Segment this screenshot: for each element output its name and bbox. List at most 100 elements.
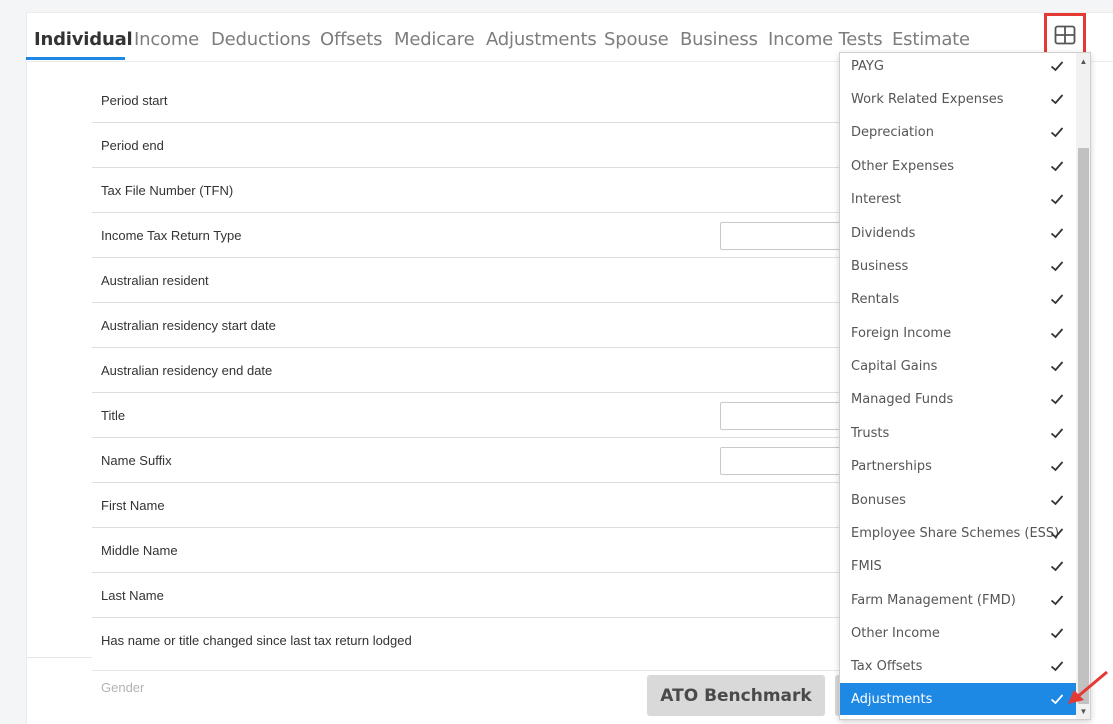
check-icon xyxy=(1050,127,1064,138)
check-icon xyxy=(1050,361,1064,372)
menu-item-label: Depreciation xyxy=(851,125,934,140)
menu-item-label: FMIS xyxy=(851,559,882,574)
menu-item-rentals[interactable]: Rentals xyxy=(840,283,1076,316)
form-row-tfn: Tax File Number (TFN) xyxy=(92,168,852,213)
ato-benchmark-button[interactable]: ATO Benchmark xyxy=(647,675,825,716)
check-icon xyxy=(1050,394,1064,405)
field-label: Middle Name xyxy=(101,542,178,558)
check-icon xyxy=(1050,561,1064,572)
tab-adjustments[interactable]: Adjustments xyxy=(486,29,597,67)
field-label: Title xyxy=(101,407,126,423)
menu-item-label: Capital Gains xyxy=(851,359,938,374)
form-row-name-suffix: Name Suffix xyxy=(92,438,860,483)
check-icon xyxy=(1050,528,1064,539)
divider xyxy=(26,657,92,658)
form-row-australian-resident: Australian resident xyxy=(92,258,852,303)
menu-item-other-expenses[interactable]: Other Expenses xyxy=(840,150,1076,183)
menu-item-label: Other Expenses xyxy=(851,159,954,174)
tab-deductions[interactable]: Deductions xyxy=(211,29,311,67)
check-icon xyxy=(1050,94,1064,105)
menu-item-tax-offsets[interactable]: Tax Offsets xyxy=(840,650,1076,683)
menu-item-label: Bonuses xyxy=(851,493,906,508)
form-row-period-end: Period end xyxy=(92,123,852,168)
menu-item-label: Employee Share Schemes (ESS) xyxy=(851,526,1060,541)
menu-item-label: Work Related Expenses xyxy=(851,92,1004,107)
menu-item-dividends[interactable]: Dividends xyxy=(840,217,1076,250)
check-icon xyxy=(1050,428,1064,439)
menu-item-label: Adjustments xyxy=(851,691,933,707)
check-icon xyxy=(1050,495,1064,506)
check-icon xyxy=(1050,194,1064,205)
menu-item-trusts[interactable]: Trusts xyxy=(840,417,1076,450)
scroll-up-icon[interactable]: ▲ xyxy=(1076,53,1090,69)
menu-item-payg[interactable]: PAYG xyxy=(840,53,1076,83)
active-tab-indicator xyxy=(26,57,125,60)
menu-item-partnerships[interactable]: Partnerships xyxy=(840,450,1076,483)
field-label: Gender xyxy=(101,680,145,695)
tab-individual[interactable]: Individual xyxy=(34,29,133,67)
menu-item-fmis[interactable]: FMIS xyxy=(840,550,1076,583)
menu-item-label: Rentals xyxy=(851,292,900,307)
form-row-residency-start: Australian residency start date xyxy=(92,303,852,348)
menu-item-ess[interactable]: Employee Share Schemes (ESS) xyxy=(840,517,1076,550)
field-label: Tax File Number (TFN) xyxy=(101,182,234,198)
menu-item-label: Interest xyxy=(851,192,902,207)
field-label: First Name xyxy=(101,497,165,513)
tab-medicare[interactable]: Medicare xyxy=(394,29,475,67)
check-icon xyxy=(1050,595,1064,606)
menu-scrollbar[interactable]: ▲ ▼ xyxy=(1076,53,1090,719)
field-label: Name Suffix xyxy=(101,452,172,468)
form-row-return-type: Income Tax Return Type xyxy=(92,213,860,258)
menu-item-farm-management[interactable]: Farm Management (FMD) xyxy=(840,584,1076,617)
field-label: Australian residency start date xyxy=(101,317,276,333)
form-row-middle-name: Middle Name xyxy=(92,528,852,573)
menu-item-business[interactable]: Business xyxy=(840,250,1076,283)
form-row-period-start: Period start xyxy=(92,78,852,123)
tab-income[interactable]: Income xyxy=(134,29,199,67)
grid-icon xyxy=(1054,25,1076,44)
column-toggle-button[interactable] xyxy=(1044,13,1086,56)
menu-item-foreign-income[interactable]: Foreign Income xyxy=(840,317,1076,350)
menu-item-label: Partnerships xyxy=(851,459,932,474)
tab-spouse[interactable]: Spouse xyxy=(604,29,669,67)
form-row-name-changed: Has name or title changed since last tax… xyxy=(92,618,852,663)
check-icon xyxy=(1050,261,1064,272)
field-label: Last Name xyxy=(101,587,164,603)
field-label: Income Tax Return Type xyxy=(101,227,242,243)
field-label: Australian residency end date xyxy=(101,362,273,378)
form-row-title: Title xyxy=(92,393,860,438)
menu-item-label: Other Income xyxy=(851,626,940,641)
menu-item-label: Business xyxy=(851,259,909,274)
menu-item-managed-funds[interactable]: Managed Funds xyxy=(840,383,1076,416)
tab-business[interactable]: Business xyxy=(680,29,758,67)
field-label: Has name or title changed since last tax… xyxy=(101,633,412,648)
menu-item-label: Managed Funds xyxy=(851,392,954,407)
check-icon xyxy=(1050,294,1064,305)
field-label: Period start xyxy=(101,92,168,108)
scroll-thumb[interactable] xyxy=(1078,148,1089,704)
scroll-down-icon[interactable]: ▼ xyxy=(1076,703,1090,719)
tab-offsets[interactable]: Offsets xyxy=(320,29,383,67)
form-row-last-name: Last Name xyxy=(92,573,852,618)
menu-item-interest[interactable]: Interest xyxy=(840,183,1076,216)
field-label: Period end xyxy=(101,137,164,153)
menu-item-label: Trusts xyxy=(851,426,890,441)
check-icon xyxy=(1050,228,1064,239)
check-icon xyxy=(1050,694,1064,705)
menu-item-label: PAYG xyxy=(851,59,884,74)
field-label: Australian resident xyxy=(101,272,209,288)
form-row-first-name: First Name xyxy=(92,483,852,528)
form-row-residency-end: Australian residency end date xyxy=(92,348,852,393)
menu-item-other-income[interactable]: Other Income xyxy=(840,617,1076,650)
menu-item-depreciation[interactable]: Depreciation xyxy=(840,116,1076,149)
menu-item-label: Tax Offsets xyxy=(851,659,923,674)
menu-item-adjustments[interactable]: Adjustments xyxy=(840,683,1076,715)
check-icon xyxy=(1050,661,1064,672)
check-icon xyxy=(1050,328,1064,339)
menu-item-label: Foreign Income xyxy=(851,326,952,341)
menu-item-bonuses[interactable]: Bonuses xyxy=(840,484,1076,517)
menu-item-work-related-expenses[interactable]: Work Related Expenses xyxy=(840,83,1076,116)
menu-item-label: Farm Management (FMD) xyxy=(851,593,1016,608)
menu-item-capital-gains[interactable]: Capital Gains xyxy=(840,350,1076,383)
individual-form: Period start Period end Tax File Number … xyxy=(92,78,860,663)
